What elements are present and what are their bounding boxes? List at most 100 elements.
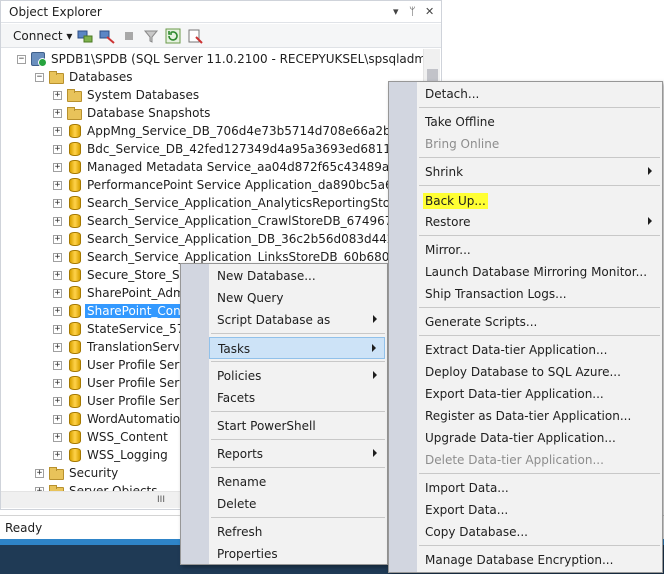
expand-icon[interactable]: + bbox=[53, 163, 62, 172]
database-icon bbox=[67, 412, 83, 428]
menu-item-tasks[interactable]: Tasks bbox=[209, 337, 385, 359]
menu-item-label: Upgrade Data-tier Application... bbox=[425, 431, 616, 445]
menu-item-label: Reports bbox=[217, 447, 264, 461]
scroll-thumb-grip[interactable]: III bbox=[151, 495, 171, 506]
menu-item-label: Back Up... bbox=[423, 193, 488, 209]
filter-icon[interactable] bbox=[143, 28, 159, 44]
pin-icon[interactable]: ᛘ bbox=[409, 5, 416, 18]
database-context-menu: New Database... New Query Script Database … bbox=[180, 263, 388, 565]
menu-item-upgrade-data-tier-application[interactable]: Upgrade Data-tier Application... bbox=[417, 427, 660, 449]
connect-object-icon[interactable] bbox=[77, 28, 93, 44]
menu-item-properties[interactable]: Properties bbox=[209, 543, 385, 565]
menu-separator bbox=[211, 467, 385, 468]
database-icon bbox=[67, 394, 83, 410]
menu-item-new-query[interactable]: New Query bbox=[209, 287, 385, 309]
menu-item-ship-transaction-logs[interactable]: Ship Transaction Logs... bbox=[417, 283, 660, 305]
tree-node-label: WordAutomation bbox=[87, 412, 188, 426]
server-icon bbox=[31, 52, 47, 68]
tree-node-label: SPDB1\SPDB (SQL Server 11.0.2100 - RECEP… bbox=[51, 52, 423, 66]
menu-item-import-data[interactable]: Import Data... bbox=[417, 477, 660, 499]
menu-separator bbox=[211, 439, 385, 440]
menu-item-back-up[interactable]: Back Up... bbox=[417, 189, 660, 211]
menu-item-launch-database-mirroring-monitor[interactable]: Launch Database Mirroring Monitor... bbox=[417, 261, 660, 283]
menu-separator bbox=[419, 185, 660, 186]
connect-button[interactable]: Connect ▾ bbox=[13, 29, 72, 43]
tree-node-label: Search_Service_Application_CrawlStoreDB_… bbox=[87, 214, 423, 228]
menu-separator bbox=[211, 517, 385, 518]
activity-monitor-icon[interactable] bbox=[187, 28, 203, 44]
tree-node-label: Database Snapshots bbox=[87, 106, 211, 120]
menu-item-deploy-database-to-sql-azure[interactable]: Deploy Database to SQL Azure... bbox=[417, 361, 660, 383]
expand-icon[interactable]: + bbox=[53, 415, 62, 424]
tree-node-label: WSS_Logging bbox=[87, 448, 168, 462]
expand-icon[interactable]: + bbox=[53, 109, 62, 118]
collapse-icon[interactable]: − bbox=[35, 73, 44, 82]
submenu-arrow-icon bbox=[372, 344, 376, 352]
menu-item-mirror[interactable]: Mirror... bbox=[417, 239, 660, 261]
menu-item-label: New Query bbox=[217, 291, 284, 305]
disconnect-icon[interactable] bbox=[99, 28, 115, 44]
close-icon[interactable]: ✕ bbox=[425, 5, 434, 18]
expand-icon[interactable]: + bbox=[53, 217, 62, 226]
menu-item-copy-database[interactable]: Copy Database... bbox=[417, 521, 660, 543]
menu-item-start-powershell[interactable]: Start PowerShell bbox=[209, 415, 385, 437]
expand-icon[interactable]: + bbox=[53, 235, 62, 244]
expand-icon[interactable]: + bbox=[53, 289, 62, 298]
expand-icon[interactable]: + bbox=[53, 307, 62, 316]
stop-icon[interactable] bbox=[121, 28, 137, 44]
database-icon bbox=[67, 250, 83, 266]
menu-item-restore[interactable]: Restore bbox=[417, 211, 660, 233]
menu-item-export-data[interactable]: Export Data... bbox=[417, 499, 660, 521]
expand-icon[interactable]: + bbox=[53, 343, 62, 352]
menu-item-reports[interactable]: Reports bbox=[209, 443, 385, 465]
expand-icon[interactable]: + bbox=[53, 379, 62, 388]
refresh-icon[interactable] bbox=[165, 28, 181, 44]
menu-item-facets[interactable]: Facets bbox=[209, 387, 385, 409]
menu-separator bbox=[419, 335, 660, 336]
status-text: Ready bbox=[5, 521, 43, 535]
menu-item-script-database-as[interactable]: Script Database as bbox=[209, 309, 385, 331]
menu-gutter bbox=[389, 82, 417, 572]
menu-item-label: Copy Database... bbox=[425, 525, 528, 539]
menu-item-generate-scripts[interactable]: Generate Scripts... bbox=[417, 311, 660, 333]
expand-icon[interactable]: + bbox=[53, 253, 62, 262]
folder-icon bbox=[49, 70, 65, 86]
collapse-icon[interactable]: − bbox=[17, 55, 26, 64]
expand-icon[interactable]: + bbox=[53, 433, 62, 442]
menu-item-new-database[interactable]: New Database... bbox=[209, 265, 385, 287]
menu-item-label: Ship Transaction Logs... bbox=[425, 287, 567, 301]
menu-item-take-offline[interactable]: Take Offline bbox=[417, 111, 660, 133]
menu-item-label: Restore bbox=[425, 215, 471, 229]
expand-icon[interactable]: + bbox=[53, 325, 62, 334]
expand-icon[interactable]: + bbox=[53, 361, 62, 370]
menu-item-extract-data-tier-application[interactable]: Extract Data-tier Application... bbox=[417, 339, 660, 361]
menu-item-rename[interactable]: Rename bbox=[209, 471, 385, 493]
menu-item-detach[interactable]: Detach... bbox=[417, 83, 660, 105]
menu-item-manage-database-encryption[interactable]: Manage Database Encryption... bbox=[417, 549, 660, 571]
menu-separator bbox=[419, 235, 660, 236]
expand-icon[interactable]: + bbox=[35, 469, 44, 478]
submenu-arrow-icon bbox=[648, 217, 652, 225]
expand-icon[interactable]: + bbox=[53, 271, 62, 280]
menu-item-refresh[interactable]: Refresh bbox=[209, 521, 385, 543]
menu-item-register-as-data-tier-application[interactable]: Register as Data-tier Application... bbox=[417, 405, 660, 427]
menu-item-label: New Database... bbox=[217, 269, 316, 283]
submenu-arrow-icon bbox=[373, 315, 377, 323]
menu-item-policies[interactable]: Policies bbox=[209, 365, 385, 387]
menu-item-label: Start PowerShell bbox=[217, 419, 316, 433]
menu-item-export-data-tier-application[interactable]: Export Data-tier Application... bbox=[417, 383, 660, 405]
menu-item-label: Delete bbox=[217, 497, 257, 511]
expand-icon[interactable]: + bbox=[53, 451, 62, 460]
expand-icon[interactable]: + bbox=[53, 199, 62, 208]
menu-item-shrink[interactable]: Shrink bbox=[417, 161, 660, 183]
menu-separator bbox=[419, 107, 660, 108]
expand-icon[interactable]: + bbox=[53, 397, 62, 406]
expand-icon[interactable]: + bbox=[53, 91, 62, 100]
expand-icon[interactable]: + bbox=[53, 181, 62, 190]
folder-icon bbox=[67, 106, 83, 122]
dropdown-icon[interactable]: ▾ bbox=[393, 5, 399, 18]
menu-item-label: Export Data-tier Application... bbox=[425, 387, 604, 401]
expand-icon[interactable]: + bbox=[53, 145, 62, 154]
menu-item-delete[interactable]: Delete bbox=[209, 493, 385, 515]
expand-icon[interactable]: + bbox=[53, 127, 62, 136]
